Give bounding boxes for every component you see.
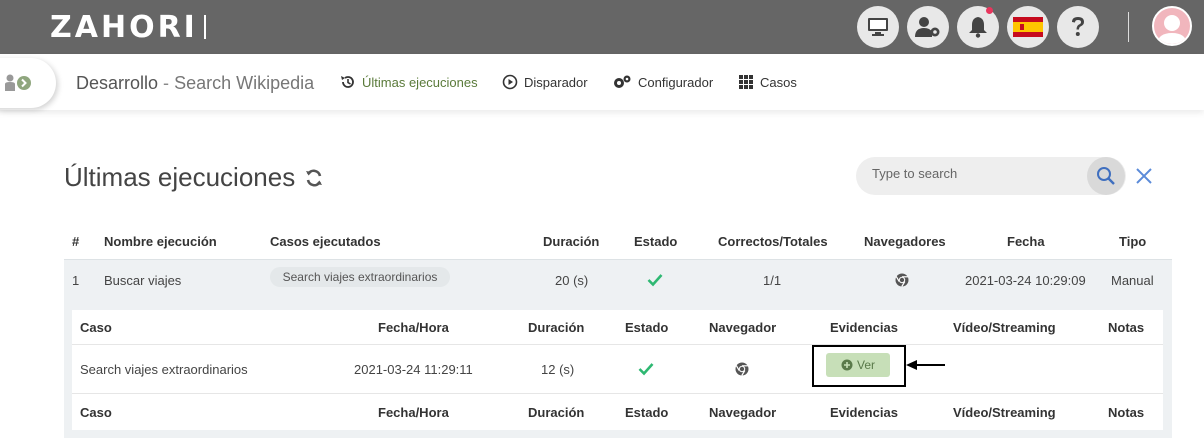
column-header-name: Nombre ejecución xyxy=(104,234,217,249)
chrome-icon xyxy=(735,362,749,381)
detail-header-duration: Duración xyxy=(528,320,585,335)
detail-footer-evidence: Evidencias xyxy=(830,405,898,420)
logo[interactable]: ZAHORI xyxy=(50,10,206,45)
search-input[interactable] xyxy=(872,166,1082,181)
bell-icon xyxy=(969,17,987,38)
column-header-number: # xyxy=(72,234,80,249)
detail-header-video: Vídeo/Streaming xyxy=(953,320,1056,335)
detail-header-browser: Navegador xyxy=(709,320,777,335)
plus-circle-icon xyxy=(841,359,853,371)
help-icon xyxy=(1072,17,1084,36)
check-icon xyxy=(647,273,663,292)
check-icon xyxy=(638,362,654,381)
detail-footer-case: Caso xyxy=(80,405,112,420)
detail-header-evidence: Evidencias xyxy=(830,320,898,335)
refresh-icon xyxy=(306,169,322,187)
column-header-browsers: Navegadores xyxy=(864,234,946,249)
column-header-correct: Correctos/Totales xyxy=(718,234,828,249)
detail-footer-notes: Notas xyxy=(1108,405,1145,420)
detail-header-notes: Notas xyxy=(1108,320,1145,335)
sidebar-toggle[interactable] xyxy=(0,58,56,108)
row-date: 2021-03-24 10:29:09 xyxy=(965,273,1086,288)
row-number: 1 xyxy=(72,273,80,288)
monitor-icon xyxy=(868,18,888,36)
monitor-button[interactable] xyxy=(857,6,899,48)
ver-evidence-button[interactable]: Ver xyxy=(826,353,890,377)
user-arrow-icon xyxy=(5,74,31,91)
search-button[interactable] xyxy=(1087,157,1125,195)
grid-icon xyxy=(739,75,753,89)
column-header-cases: Casos ejecutados xyxy=(270,234,381,249)
tab-label: Casos xyxy=(760,74,797,90)
column-header-date: Fecha xyxy=(1007,234,1045,249)
breadcrumb-separator: - xyxy=(163,73,170,93)
tab-casos[interactable]: Casos xyxy=(738,74,797,90)
detail-divider xyxy=(72,393,1163,394)
breadcrumb-process: Search Wikipedia xyxy=(174,73,315,93)
user-avatar-icon xyxy=(1157,15,1187,44)
row-type: Manual xyxy=(1111,273,1154,288)
detail-footer-browser: Navegador xyxy=(709,405,777,420)
tab-configurador[interactable]: Configurador xyxy=(612,74,713,90)
search-box xyxy=(856,157,1126,195)
language-button[interactable] xyxy=(1007,6,1049,48)
breadcrumb-environment: Desarrollo xyxy=(76,73,159,93)
search-icon xyxy=(1097,167,1115,185)
clear-search-button[interactable] xyxy=(1134,166,1154,186)
case-tag[interactable]: Search viajes extraordinarios xyxy=(270,267,450,287)
detail-datetime: 2021-03-24 11:29:11 xyxy=(354,362,473,377)
detail-duration: 12 (s) xyxy=(541,362,575,377)
column-header-type: Tipo xyxy=(1119,234,1147,249)
tab-label: Disparador xyxy=(524,74,588,90)
tab-label: Últimas ejecuciones xyxy=(362,74,478,90)
row-name: Buscar viajes xyxy=(104,273,182,288)
notifications-button[interactable] xyxy=(957,6,999,48)
history-icon xyxy=(341,76,354,88)
column-header-duration: Duración xyxy=(543,234,600,249)
gears-icon xyxy=(614,75,631,88)
close-icon xyxy=(1136,168,1152,184)
user-settings-button[interactable] xyxy=(907,6,949,48)
play-icon xyxy=(502,74,518,90)
tab-ultimas-ejecuciones[interactable]: Últimas ejecuciones xyxy=(340,74,478,90)
chrome-icon xyxy=(895,273,909,292)
pointer-arrow-icon xyxy=(904,358,946,377)
detail-divider xyxy=(72,344,1163,345)
user-gear-icon xyxy=(915,17,940,37)
detail-footer-status: Estado xyxy=(625,405,669,420)
detail-footer-duration: Duración xyxy=(528,405,585,420)
tab-disparador[interactable]: Disparador xyxy=(502,74,588,90)
row-correct: 1/1 xyxy=(763,273,782,288)
spain-flag-icon xyxy=(1013,17,1043,37)
ver-label: Ver xyxy=(856,358,875,372)
refresh-button[interactable] xyxy=(304,168,324,193)
detail-header-datetime: Fecha/Hora xyxy=(378,320,449,335)
page-title: Últimas ejecuciones xyxy=(64,162,296,192)
detail-case: Search viajes extraordinarios xyxy=(80,362,248,377)
header-divider xyxy=(1128,12,1129,42)
detail-header-status: Estado xyxy=(625,320,669,335)
column-header-status: Estado xyxy=(634,234,678,249)
tab-label: Configurador xyxy=(638,74,714,90)
help-button[interactable] xyxy=(1057,6,1099,48)
detail-footer-datetime: Fecha/Hora xyxy=(378,405,449,420)
notification-dot xyxy=(986,7,993,14)
detail-footer-video: Vídeo/Streaming xyxy=(953,405,1056,420)
detail-header-case: Caso xyxy=(80,320,112,335)
breadcrumb: Desarrollo - Search Wikipedia xyxy=(76,73,314,94)
top-bar: ZAHORI xyxy=(0,0,1204,54)
avatar[interactable] xyxy=(1152,6,1192,46)
row-duration: 20 (s) xyxy=(555,273,589,288)
